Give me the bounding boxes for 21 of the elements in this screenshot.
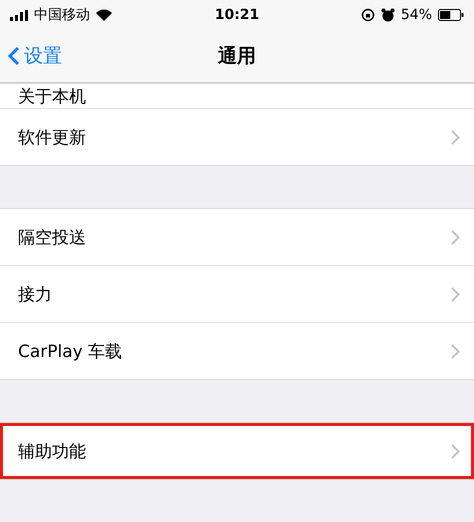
battery-percent: 54% bbox=[400, 7, 432, 23]
settings-row[interactable]: 接力 bbox=[0, 266, 474, 323]
chevron-right-icon bbox=[451, 286, 460, 302]
page-title: 通用 bbox=[218, 44, 256, 69]
settings-row[interactable]: 辅助功能 bbox=[0, 423, 474, 479]
wifi-icon bbox=[96, 9, 112, 21]
chevron-right-icon bbox=[451, 230, 460, 244]
back-button[interactable]: 设置 bbox=[8, 43, 218, 69]
settings-row[interactable]: 隔空投送 bbox=[0, 209, 474, 266]
chevron-left-icon bbox=[8, 46, 20, 66]
carrier: 中国移动 bbox=[34, 6, 90, 24]
chevron-right-icon bbox=[451, 344, 460, 358]
chevron-right-icon bbox=[451, 130, 460, 144]
settings-row[interactable]: CarPlay 车载 bbox=[0, 323, 474, 379]
status-time: 10:21 bbox=[214, 7, 260, 23]
signal-icon bbox=[10, 10, 28, 20]
battery-icon bbox=[438, 9, 464, 21]
rotation-lock-icon bbox=[360, 8, 375, 22]
settings-row[interactable]: 关于本机 bbox=[0, 84, 474, 109]
chevron-right-icon bbox=[451, 444, 460, 458]
settings-row[interactable]: 软件更新 bbox=[0, 109, 474, 165]
